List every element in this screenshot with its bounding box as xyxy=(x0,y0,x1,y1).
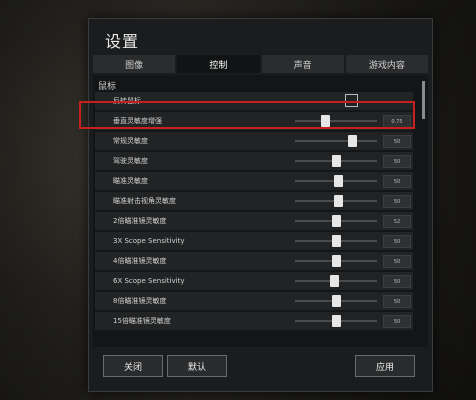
slider-track[interactable] xyxy=(295,315,377,327)
section-label-mouse: 鼠标 xyxy=(98,82,117,92)
setting-row: 4倍瞄准镜灵敏度 50 xyxy=(95,252,413,270)
slider-track[interactable] xyxy=(295,195,377,207)
setting-row: 3X Scope Sensitivity 50 xyxy=(95,232,413,250)
tab-sound[interactable]: 声音 xyxy=(261,55,344,73)
setting-label: 3X Scope Sensitivity xyxy=(113,237,185,245)
dialog-title: 设置 xyxy=(105,32,140,51)
tab-gameplay[interactable]: 游戏内容 xyxy=(345,55,428,73)
setting-row: 8倍瞄准镜灵敏度 50 xyxy=(95,292,413,310)
slider-thumb[interactable] xyxy=(330,275,340,287)
setting-label: 8倍瞄准镜灵敏度 xyxy=(113,297,167,305)
setting-label: 反转鼠标 xyxy=(113,97,141,105)
setting-row: 驾驶灵敏度 50 xyxy=(95,152,413,170)
slider-thumb[interactable] xyxy=(332,155,341,167)
setting-label: 2倍瞄准镜灵敏度 xyxy=(113,217,167,225)
slider-thumb[interactable] xyxy=(348,135,358,147)
close-button[interactable]: 关闭 xyxy=(103,355,163,377)
controls-panel: 鼠标 反转鼠标 垂直灵敏度增强 0.75 常规灵敏度 50 驾驶灵敏度 50 瞄准灵敏度 50 瞄… xyxy=(93,75,428,347)
tab-graphics[interactable]: 图像 xyxy=(93,55,176,73)
slider-value-field[interactable]: 50 xyxy=(383,315,411,328)
slider-value-field[interactable]: 0.75 xyxy=(383,115,411,128)
slider-value-field[interactable]: 50 xyxy=(383,195,411,208)
setting-label: 6X Scope Sensitivity xyxy=(113,277,185,285)
default-button[interactable]: 默认 xyxy=(167,355,227,377)
invert-mouse-checkbox[interactable] xyxy=(345,94,358,107)
slider-value-field[interactable]: 52 xyxy=(383,215,411,228)
apply-button[interactable]: 应用 xyxy=(355,355,415,377)
slider-thumb[interactable] xyxy=(333,175,343,187)
slider-track[interactable] xyxy=(295,275,377,287)
slider-track[interactable] xyxy=(295,155,377,167)
slider-thumb[interactable] xyxy=(332,315,341,327)
slider-track[interactable] xyxy=(295,255,377,267)
slider-value-field[interactable]: 50 xyxy=(383,295,411,308)
slider-thumb[interactable] xyxy=(332,295,341,307)
slider-track[interactable] xyxy=(295,235,377,247)
slider-thumb[interactable] xyxy=(332,215,341,227)
slider-thumb[interactable] xyxy=(333,195,343,207)
slider-track[interactable] xyxy=(295,215,377,227)
tab-controls[interactable]: 控制 xyxy=(177,55,260,73)
slider-track[interactable] xyxy=(295,115,377,127)
setting-label: 4倍瞄准镜灵敏度 xyxy=(113,257,167,265)
setting-label: 驾驶灵敏度 xyxy=(113,157,148,165)
setting-label: 垂直灵敏度增强 xyxy=(113,117,162,125)
setting-row: 反转鼠标 xyxy=(95,92,413,110)
settings-tabs: 图像 控制 声音 游戏内容 xyxy=(93,55,428,73)
slider-thumb[interactable] xyxy=(320,115,330,127)
slider-track[interactable] xyxy=(295,175,377,187)
slider-thumb[interactable] xyxy=(332,235,341,247)
setting-label: 瞄准射击视角灵敏度 xyxy=(113,197,176,205)
setting-label: 15倍瞄准镜灵敏度 xyxy=(113,317,171,325)
setting-row: 垂直灵敏度增强 0.75 xyxy=(95,112,413,130)
slider-value-field[interactable]: 50 xyxy=(383,255,411,268)
setting-row: 瞄准射击视角灵敏度 50 xyxy=(95,192,413,210)
slider-value-field[interactable]: 50 xyxy=(383,235,411,248)
slider-track[interactable] xyxy=(295,295,377,307)
slider-thumb[interactable] xyxy=(332,255,341,267)
panel-scrollbar[interactable] xyxy=(422,81,425,119)
setting-row: 瞄准灵敏度 50 xyxy=(95,172,413,190)
slider-track[interactable] xyxy=(295,135,377,147)
slider-value-field[interactable]: 50 xyxy=(383,155,411,168)
settings-dialog: 设置 图像 控制 声音 游戏内容 鼠标 反转鼠标垂直灵敏度增强 0.75 常规灵敏度… xyxy=(88,18,433,392)
setting-row: 15倍瞄准镜灵敏度 50 xyxy=(95,312,413,330)
setting-row: 6X Scope Sensitivity 50 xyxy=(95,272,413,290)
setting-row: 2倍瞄准镜灵敏度 52 xyxy=(95,212,413,230)
setting-row: 常规灵敏度 50 xyxy=(95,132,413,150)
slider-value-field[interactable]: 50 xyxy=(383,275,411,288)
slider-value-field[interactable]: 50 xyxy=(383,175,411,188)
setting-label: 瞄准灵敏度 xyxy=(113,177,148,185)
settings-rows: 反转鼠标 垂直灵敏度增强 0.75 常规灵敏度 50 驾驶灵敏度 50 瞄准灵敏度 50 瞄准射击… xyxy=(95,92,413,332)
setting-label: 常规灵敏度 xyxy=(113,137,148,145)
slider-value-field[interactable]: 50 xyxy=(383,135,411,148)
